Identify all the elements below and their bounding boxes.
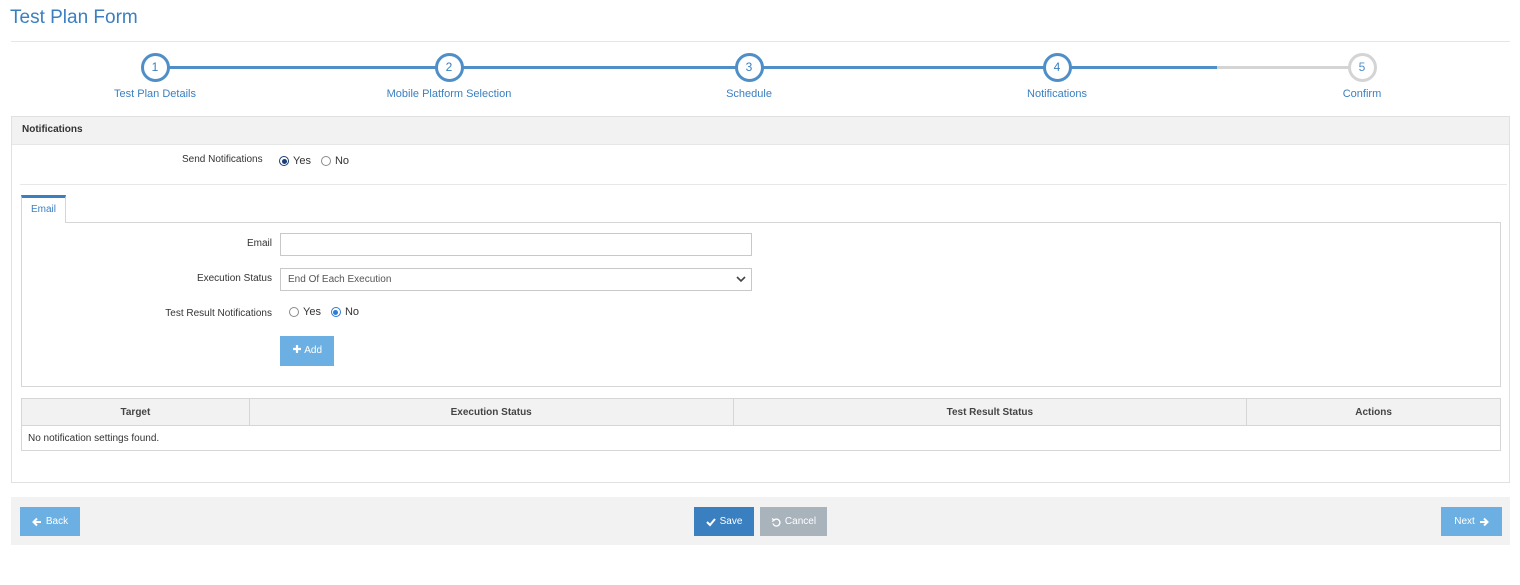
cancel-button-label: Cancel: [784, 516, 817, 527]
notification-settings-table: Target Execution Status Test Result Stat…: [21, 398, 1501, 451]
title-divider: [11, 41, 1510, 42]
column-header-test-result-status: Test Result Status: [732, 398, 1248, 426]
send-notifications-label: Send Notifications: [182, 154, 263, 165]
execution-status-label: Execution Status: [196, 273, 272, 284]
wizard-step-number: 3: [734, 53, 764, 82]
wizard-progress: 1 Test Plan Details 2 Mobile Platform Se…: [0, 52, 1520, 108]
test-result-no-radio[interactable]: [330, 307, 341, 317]
undo-icon: [771, 517, 781, 527]
back-button[interactable]: Back: [20, 507, 80, 536]
plus-icon: [292, 345, 301, 353]
test-result-notifications-label: Test Result Notifications: [165, 308, 272, 319]
next-button-label: Next: [1454, 516, 1475, 527]
notifications-panel: Notifications Send Notifications Yes No …: [11, 116, 1510, 483]
section-divider: [20, 184, 1507, 185]
wizard-step-label: Test Plan Details: [114, 88, 196, 100]
send-notifications-options: Yes No: [279, 155, 355, 167]
wizard-step-label: Schedule: [726, 88, 772, 100]
next-button[interactable]: Next: [1441, 507, 1502, 536]
arrow-right-icon: [1479, 517, 1489, 526]
email-tab-panel: Email Execution Status End Of Each Execu…: [21, 222, 1501, 387]
wizard-step-number: 5: [1347, 53, 1377, 82]
back-button-label: Back: [45, 516, 69, 527]
wizard-step-mobile-platform-selection[interactable]: 2 Mobile Platform Selection: [349, 52, 549, 100]
form-footer: Back Save Cancel Next: [11, 497, 1510, 545]
send-notifications-yes-radio[interactable]: [279, 156, 289, 166]
email-label: Email: [246, 238, 272, 249]
wizard-step-label: Confirm: [1342, 88, 1382, 100]
execution-status-select[interactable]: End Of Each Execution: [280, 268, 752, 291]
test-result-yes-label[interactable]: Yes: [303, 306, 321, 318]
wizard-step-number: 1: [140, 53, 170, 82]
panel-header: Notifications: [12, 117, 1509, 145]
wizard-step-label: Mobile Platform Selection: [386, 88, 512, 100]
send-notifications-no-label[interactable]: No: [335, 155, 349, 167]
add-button-label: Add: [304, 345, 323, 356]
wizard-step-number: 2: [434, 53, 464, 82]
test-result-no-label[interactable]: No: [345, 306, 359, 318]
check-icon: [705, 517, 716, 526]
execution-status-value: End Of Each Execution: [288, 274, 392, 285]
send-notifications-row: Send Notifications Yes No: [12, 153, 1509, 173]
wizard-step-notifications[interactable]: 4 Notifications: [957, 52, 1157, 100]
arrow-left-icon: [31, 517, 41, 526]
tab-email[interactable]: Email: [21, 195, 66, 223]
table-header-row: Target Execution Status Test Result Stat…: [21, 398, 1501, 426]
empty-table-message: No notification settings found.: [21, 425, 1501, 451]
cancel-button[interactable]: Cancel: [760, 507, 827, 536]
column-header-execution-status: Execution Status: [248, 398, 734, 426]
add-button[interactable]: Add: [280, 336, 334, 366]
test-result-options: Yes No: [289, 306, 365, 318]
column-header-actions: Actions: [1246, 398, 1501, 426]
save-button[interactable]: Save: [694, 507, 754, 536]
wizard-step-schedule[interactable]: 3 Schedule: [649, 52, 849, 100]
save-button-label: Save: [719, 516, 743, 527]
wizard-step-number: 4: [1042, 53, 1072, 82]
wizard-step-confirm[interactable]: 5 Confirm: [1262, 52, 1462, 100]
column-header-target: Target: [21, 398, 250, 426]
email-input[interactable]: [280, 233, 752, 256]
page-title: Test Plan Form: [10, 7, 138, 28]
test-result-yes-radio[interactable]: [289, 307, 299, 317]
send-notifications-yes-label[interactable]: Yes: [293, 155, 311, 167]
table-row: No notification settings found.: [21, 425, 1501, 451]
wizard-step-label: Notifications: [1027, 88, 1087, 100]
chevron-down-icon: [736, 276, 746, 283]
wizard-step-test-plan-details[interactable]: 1 Test Plan Details: [55, 52, 255, 100]
send-notifications-no-radio[interactable]: [320, 156, 331, 166]
